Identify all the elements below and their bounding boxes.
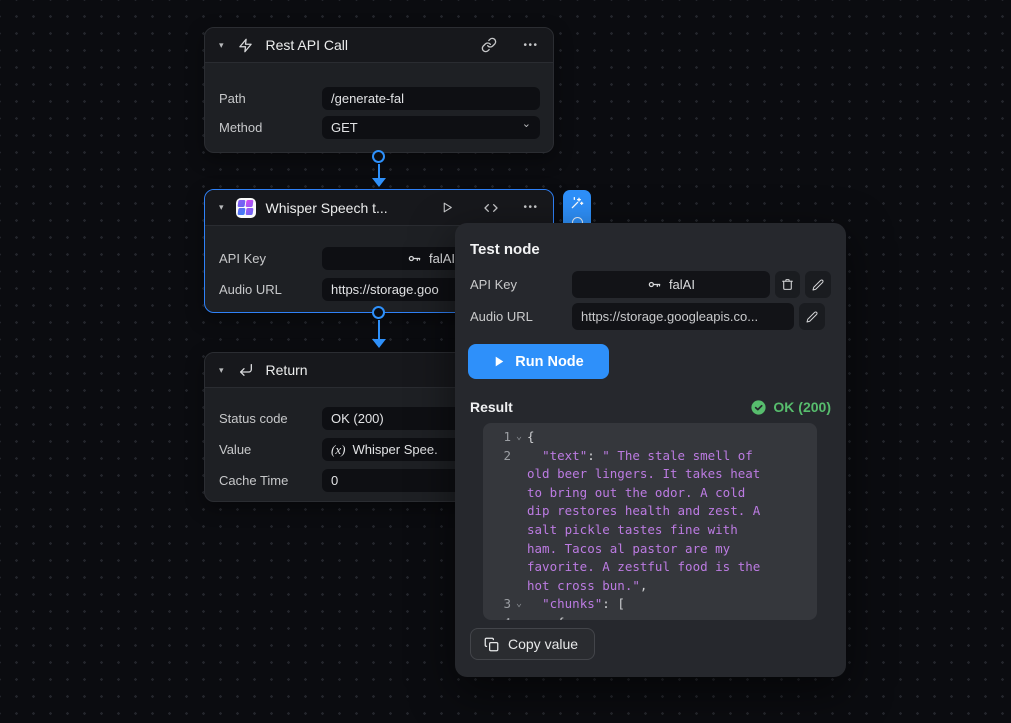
code-line: salt pickle tastes fine with: [491, 521, 809, 540]
code-line: 2 "text": " The stale smell of: [491, 447, 809, 466]
node-header: ▾ Whisper Speech t... •••: [205, 190, 553, 226]
return-arrow-icon: [236, 360, 256, 380]
collapse-caret-icon[interactable]: ▾: [217, 365, 226, 376]
more-menu-icon[interactable]: •••: [521, 198, 541, 218]
result-label: Result: [470, 399, 513, 415]
trash-icon: [781, 278, 794, 291]
edit-audio-url-button[interactable]: [799, 303, 825, 330]
edit-api-key-button[interactable]: [805, 271, 831, 298]
code-line: 1⌄{: [491, 428, 809, 447]
node-title: Rest API Call: [266, 37, 348, 53]
status-text: OK (200): [773, 399, 831, 415]
panel-label-api-key: API Key: [470, 277, 572, 292]
field-label-status-code: Status code: [219, 411, 322, 426]
arrowhead-icon: [372, 178, 386, 187]
workflow-canvas[interactable]: ▾ Rest API Call ••• Path /generate-fal M…: [0, 0, 1011, 723]
output-port[interactable]: [372, 150, 385, 163]
node-header: ▾ Rest API Call •••: [205, 28, 553, 63]
run-node-button[interactable]: Run Node: [468, 344, 609, 379]
code-line: favorite. A zestful food is the: [491, 558, 809, 577]
pencil-icon: [812, 279, 824, 291]
function-icon: (x): [331, 442, 345, 458]
play-icon: [493, 355, 506, 368]
link-icon[interactable]: [479, 35, 499, 55]
magic-wand-icon: [569, 195, 585, 211]
copy-value-button[interactable]: Copy value: [470, 628, 595, 660]
node-rest-api-call[interactable]: ▾ Rest API Call ••• Path /generate-fal M…: [204, 27, 554, 153]
chevron-down-icon: ⌄: [522, 117, 531, 130]
key-icon: [407, 251, 422, 266]
check-circle-icon: [750, 399, 767, 416]
test-node-panel: Test node API Key falAI Audio URL https:…: [455, 223, 846, 677]
fal-logo-icon: [236, 198, 256, 218]
node-title: Return: [266, 362, 308, 378]
code-icon[interactable]: [481, 198, 501, 218]
panel-title: Test node: [470, 241, 831, 258]
method-select[interactable]: GET ⌄: [322, 116, 540, 139]
code-line: ham. Tacos al pastor are my: [491, 540, 809, 559]
code-line: dip restores health and zest. A: [491, 502, 809, 521]
path-input[interactable]: /generate-fal: [322, 87, 540, 110]
code-line: 4⌄ {: [491, 614, 809, 620]
zap-icon: [236, 35, 256, 55]
panel-api-key-chip[interactable]: falAI: [572, 271, 770, 298]
code-line: to bring out the odor. A cold: [491, 484, 809, 503]
copy-icon: [484, 637, 499, 652]
node-title: Whisper Speech t...: [266, 200, 388, 216]
code-line: old beer lingers. It takes heat: [491, 465, 809, 484]
field-label-value: Value: [219, 442, 322, 457]
code-line: 3⌄ "chunks": [: [491, 595, 809, 614]
field-label-api-key: API Key: [219, 251, 322, 266]
field-label-cache-time: Cache Time: [219, 473, 322, 488]
field-label-method: Method: [219, 120, 322, 135]
collapse-caret-icon[interactable]: ▾: [217, 40, 226, 51]
panel-label-audio-url: Audio URL: [470, 309, 572, 324]
field-label-path: Path: [219, 91, 322, 106]
key-icon: [647, 277, 662, 292]
code-line: hot cross bun.",: [491, 577, 809, 596]
pencil-icon: [806, 311, 818, 323]
field-label-audio-url: Audio URL: [219, 282, 322, 297]
panel-audio-url-field[interactable]: https://storage.googleapis.co...: [572, 303, 794, 330]
output-port[interactable]: [372, 306, 385, 319]
play-icon[interactable]: [437, 198, 457, 218]
arrowhead-icon: [372, 339, 386, 348]
more-menu-icon[interactable]: •••: [521, 35, 541, 55]
delete-api-key-button[interactable]: [775, 271, 801, 298]
collapse-caret-icon[interactable]: ▾: [217, 202, 226, 213]
status-badge: OK (200): [750, 399, 831, 416]
result-code-viewer[interactable]: 1⌄{ 2 "text": " The stale smell of old b…: [483, 423, 817, 620]
